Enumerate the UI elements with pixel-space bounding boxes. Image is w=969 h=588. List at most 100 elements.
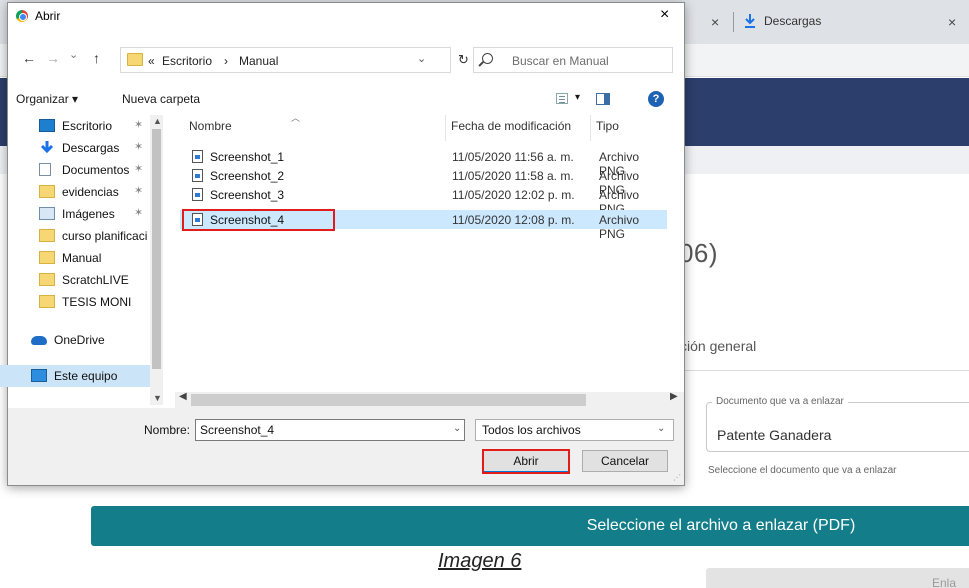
- sidebar-item-label: Este equipo: [54, 369, 118, 383]
- column-header-name[interactable]: Nombre: [189, 119, 232, 133]
- search-icon: [482, 53, 493, 64]
- file-date: 11/05/2020 12:08 p. m.: [452, 213, 575, 227]
- document-field-hint: Seleccione el documento que va a enlazar: [708, 465, 897, 476]
- document-field-legend: Documento que va a enlazar: [712, 396, 848, 407]
- sidebar-item-curso[interactable]: curso planificaci: [8, 225, 150, 247]
- file-row[interactable]: Screenshot_2 11/05/2020 11:58 a. m. Arch…: [180, 166, 667, 197]
- file-type-select[interactable]: Todos los archivos: [475, 419, 674, 441]
- horizontal-scrollbar-thumb[interactable]: [191, 394, 586, 406]
- resize-grip-icon[interactable]: ⋰: [673, 473, 681, 482]
- tab-close-button[interactable]: ×: [948, 14, 956, 30]
- path-overflow[interactable]: «: [148, 54, 155, 68]
- view-options-icon[interactable]: [556, 93, 568, 104]
- breadcrumb-separator: ›: [224, 54, 228, 68]
- scroll-down-icon[interactable]: ▼: [153, 393, 162, 403]
- computer-icon: [31, 369, 47, 382]
- preview-pane-icon[interactable]: [596, 93, 610, 105]
- png-file-icon: [192, 150, 203, 163]
- scroll-left-icon[interactable]: ◀: [179, 391, 187, 402]
- sidebar-item-documentos[interactable]: Documentos ✶: [8, 159, 150, 181]
- chevron-down-icon[interactable]: ⌄: [453, 423, 461, 434]
- column-header-type[interactable]: Tipo: [596, 119, 619, 133]
- download-icon: [745, 14, 755, 28]
- dialog-titlebar: Abrir ×: [8, 3, 684, 29]
- search-box[interactable]: Buscar en Manual: [473, 47, 673, 73]
- cancel-button[interactable]: Cancelar: [582, 450, 668, 472]
- sidebar-item-tesis[interactable]: TESIS MONI: [8, 291, 150, 313]
- forward-arrow-icon[interactable]: →: [46, 50, 60, 66]
- filename-input[interactable]: Screenshot_4: [195, 419, 465, 441]
- help-icon[interactable]: ?: [648, 91, 664, 107]
- file-row[interactable]: Screenshot_1 11/05/2020 11:56 a. m. Arch…: [180, 147, 667, 178]
- section-title: ción general: [680, 338, 757, 354]
- png-file-icon: [192, 188, 203, 201]
- scroll-up-icon[interactable]: ▲: [153, 116, 162, 126]
- back-arrow-icon[interactable]: ←: [22, 50, 36, 66]
- file-date: 11/05/2020 11:58 a. m.: [452, 169, 574, 183]
- selection-highlight: [182, 209, 335, 231]
- folder-icon: [39, 295, 55, 308]
- sidebar-item-descargas[interactable]: Descargas ✶: [8, 137, 150, 159]
- column-header-modified[interactable]: Fecha de modificación: [451, 119, 571, 133]
- sidebar-item-scratchlive[interactable]: ScratchLIVE: [8, 269, 150, 291]
- sidebar-item-este-equipo[interactable]: Este equipo: [0, 365, 150, 387]
- sidebar-item-label: curso planificaci: [62, 229, 148, 243]
- folder-icon: [39, 273, 55, 286]
- sidebar-item-label: OneDrive: [54, 333, 105, 347]
- scroll-right-icon[interactable]: ▶: [670, 391, 678, 402]
- chrome-icon: [16, 10, 28, 22]
- new-folder-button[interactable]: Nueva carpeta: [122, 92, 200, 106]
- select-pdf-button-label: Seleccione el archivo a enlazar (PDF): [586, 517, 856, 534]
- sidebar-item-evidencias[interactable]: evidencias ✶: [8, 181, 150, 203]
- column-separator[interactable]: [445, 115, 446, 141]
- refresh-icon[interactable]: ↻: [458, 52, 469, 68]
- file-name: Screenshot_3: [210, 188, 285, 202]
- nav-scrollbar-thumb[interactable]: [152, 129, 161, 369]
- navigation-pane: Escritorio ✶ Descargas ✶ Documentos ✶ ev…: [0, 115, 163, 405]
- document-icon: [39, 163, 51, 176]
- filename-label: Nombre:: [144, 423, 191, 437]
- link-button[interactable]: Enla: [706, 568, 969, 588]
- download-icon: [40, 141, 54, 154]
- images-icon: [39, 207, 55, 220]
- breadcrumb-manual[interactable]: Manual: [239, 54, 278, 68]
- path-bar[interactable]: « Escritorio › Manual ⌄: [120, 47, 451, 73]
- link-button-label: Enla: [932, 576, 957, 588]
- open-button-highlight: [482, 449, 570, 474]
- sidebar-item-imagenes[interactable]: Imágenes ✶: [8, 203, 150, 225]
- pin-icon: ✶: [134, 119, 144, 131]
- sidebar-item-escritorio[interactable]: Escritorio ✶: [8, 115, 150, 137]
- file-date: 11/05/2020 12:02 p. m.: [452, 188, 575, 202]
- document-field-value[interactable]: Patente Ganadera: [717, 427, 831, 443]
- view-dropdown-icon[interactable]: ▾: [575, 92, 580, 103]
- section-divider: [680, 370, 969, 371]
- file-type: Archivo PNG: [599, 213, 640, 241]
- tab-close-button[interactable]: ×: [711, 14, 719, 30]
- cloud-icon: [31, 336, 47, 345]
- chevron-down-icon[interactable]: ⌄: [417, 52, 426, 65]
- up-arrow-icon[interactable]: ↑: [93, 50, 100, 66]
- file-row[interactable]: Screenshot_3 11/05/2020 12:02 p. m. Arch…: [180, 185, 667, 216]
- organize-button[interactable]: Organizar ▾: [16, 92, 78, 106]
- folder-icon: [39, 229, 55, 242]
- file-name: Screenshot_2: [210, 169, 285, 183]
- sidebar-item-label: TESIS MONI: [62, 295, 132, 309]
- dialog-toolbar: Organizar ▾ Nueva carpeta ▾ ?: [8, 87, 684, 111]
- dialog-title: Abrir: [35, 9, 61, 23]
- pin-icon: ✶: [134, 141, 144, 153]
- folder-icon: [127, 53, 143, 66]
- folder-icon: [39, 251, 55, 264]
- tab-descargas[interactable]: Descargas: [764, 14, 821, 28]
- breadcrumb-escritorio[interactable]: Escritorio: [162, 54, 212, 68]
- sidebar-item-onedrive[interactable]: OneDrive: [0, 329, 142, 351]
- tab-separator: [733, 12, 734, 32]
- close-icon[interactable]: ×: [660, 6, 669, 24]
- recent-locations-icon[interactable]: ⌄: [69, 48, 78, 61]
- select-pdf-button[interactable]: Seleccione el archivo a enlazar (PDF): [91, 506, 969, 546]
- desktop-icon: [39, 119, 55, 132]
- file-name: Screenshot_1: [210, 150, 285, 164]
- column-separator[interactable]: [590, 115, 591, 141]
- chevron-down-icon[interactable]: ⌄: [657, 423, 665, 434]
- sidebar-item-manual[interactable]: Manual: [8, 247, 150, 269]
- search-input[interactable]: Buscar en Manual: [512, 54, 609, 68]
